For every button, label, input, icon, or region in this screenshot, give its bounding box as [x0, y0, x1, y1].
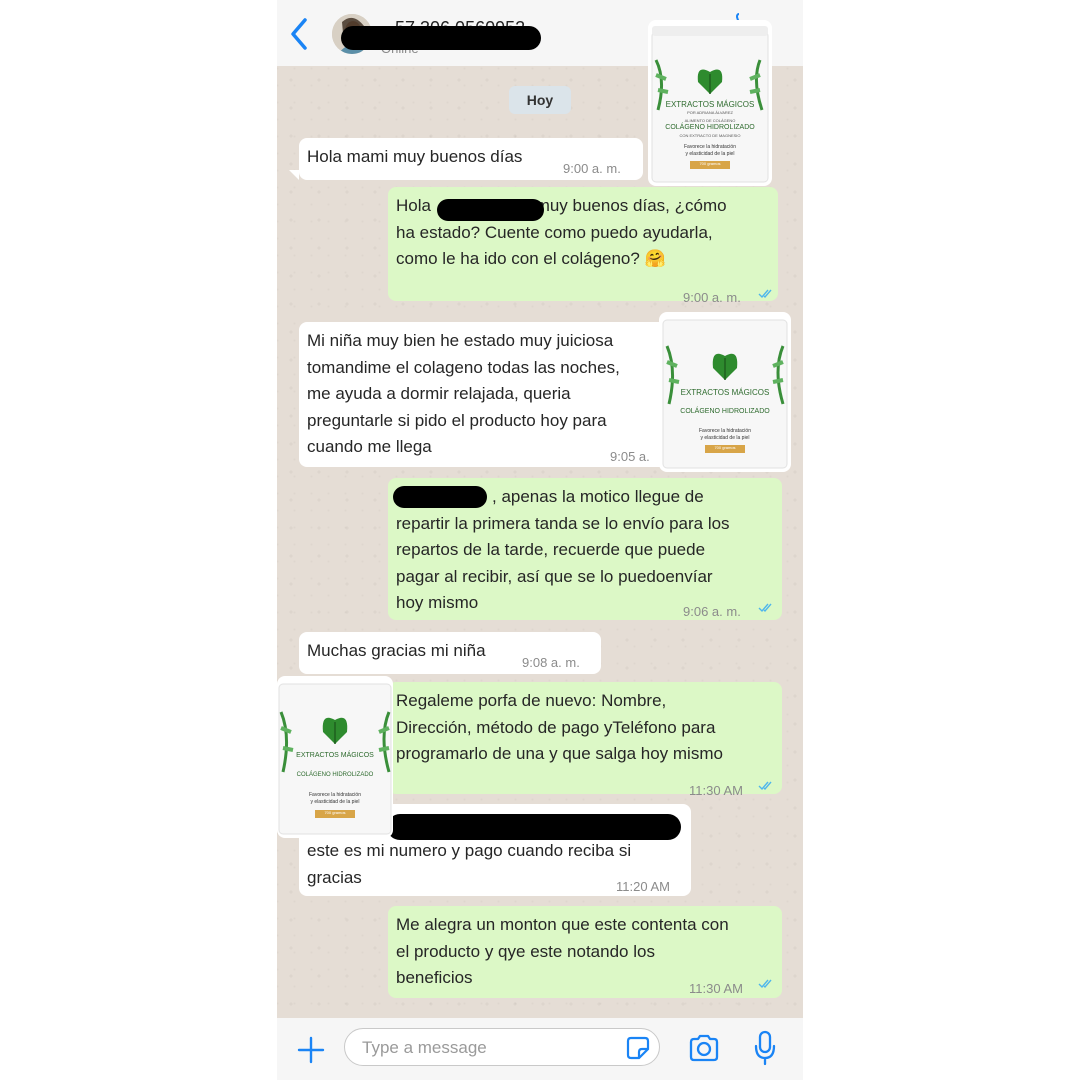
- camera-icon[interactable]: [688, 1034, 720, 1062]
- message-input[interactable]: [360, 1035, 614, 1061]
- message-time: 11:30 AM: [689, 981, 743, 996]
- product-line5: y elasticidad de la piel: [685, 151, 735, 157]
- message-text-part: , apenas la motico llegue de: [492, 487, 704, 506]
- message-text: Regaleme porfa de nuevo: Nombre, Direcci…: [396, 691, 723, 763]
- message-outgoing[interactable]: Me alegra un monton que este contenta co…: [388, 906, 782, 998]
- message-incoming[interactable]: Mi niña muy bien he estado muy juiciosa …: [299, 322, 667, 491]
- product-image: EXTRACTOS MÁGICOS COLÁGENO HIDROLIZADO F…: [277, 676, 393, 838]
- message-input-wrapper: [344, 1028, 660, 1066]
- message-time: 9:00 a. m.: [683, 290, 741, 305]
- product-line1: ALIMENTO DE COLÁGENO: [684, 118, 736, 123]
- redaction-bar: [387, 814, 681, 840]
- product-weight: 700 gramos: [705, 445, 745, 453]
- product-brand: EXTRACTOS MÁGICOS: [296, 752, 374, 759]
- message-time: 11:30 AM: [689, 783, 743, 798]
- message-incoming[interactable]: Hola mami muy buenos días 9:00 a. m.: [299, 138, 643, 180]
- message-text-part: Hola: [396, 196, 436, 215]
- product-image: EXTRACTOS MÁGICOS COLÁGENO HIDROLIZADO F…: [659, 312, 791, 472]
- sticker-icon[interactable]: [626, 1036, 650, 1060]
- product-line4: Favorece la hidratación: [684, 144, 736, 150]
- message-incoming[interactable]: Muchas gracias mi niña 9:08 a. m.: [299, 632, 601, 674]
- message-outgoing[interactable]: Regaleme porfa de nuevo: Nombre, Direcci…: [388, 682, 782, 798]
- message-time: 9:08 a. m.: [522, 655, 580, 670]
- product-brand: EXTRACTOS MÁGICOS: [665, 100, 755, 109]
- product-line5: y elasticidad de la piel: [700, 435, 750, 441]
- message-composer: [277, 1018, 803, 1080]
- day-divider: Hoy: [509, 86, 571, 114]
- microphone-icon[interactable]: [753, 1030, 777, 1066]
- product-line3: CON EXTRACTO DE MAGNESIO: [679, 133, 741, 138]
- product-line2: COLÁGENO HIDROLIZADO: [665, 124, 755, 131]
- plus-icon[interactable]: [297, 1036, 325, 1064]
- read-ticks-icon: [758, 979, 772, 989]
- product-image: EXTRACTOS MÁGICOS POR ADRIANA ÁLVAREZ AL…: [648, 20, 772, 186]
- product-brand: EXTRACTOS MÁGICOS: [680, 388, 770, 397]
- read-ticks-icon: [758, 781, 772, 791]
- chat-screen: 57 306 0560952 Online Hoy Hola mami muy …: [277, 0, 803, 1080]
- product-brand-sub: POR ADRIANA ÁLVAREZ: [687, 110, 733, 115]
- read-ticks-icon: [758, 603, 772, 613]
- message-text-part: repartir la primera tanda se lo envío pa…: [396, 513, 730, 613]
- product-weight: 700 gramos: [315, 810, 355, 818]
- message-time: 9:00 a. m.: [563, 161, 621, 176]
- redaction-bar: [437, 199, 544, 221]
- product-line4: Favorece la hidratación: [699, 428, 751, 434]
- message-text: Mi niña muy bien he estado muy juiciosa …: [307, 331, 620, 456]
- message-time: 11:20 AM: [616, 879, 670, 894]
- product-weight: 700 gramos: [690, 161, 730, 169]
- message-time: 9:06 a. m.: [683, 604, 741, 619]
- product-line5: y elasticidad de la piel: [310, 799, 360, 805]
- product-line2: COLÁGENO HIDROLIZADO: [296, 772, 374, 778]
- redaction-bar: [341, 26, 541, 50]
- product-line4: Favorece la hidratación: [309, 792, 361, 798]
- read-ticks-icon: [758, 289, 772, 299]
- chevron-left-icon[interactable]: [285, 14, 315, 54]
- product-line2: COLÁGENO HIDROLIZADO: [680, 408, 770, 415]
- bubble-tail: [289, 170, 299, 180]
- redaction-bar: [393, 486, 487, 508]
